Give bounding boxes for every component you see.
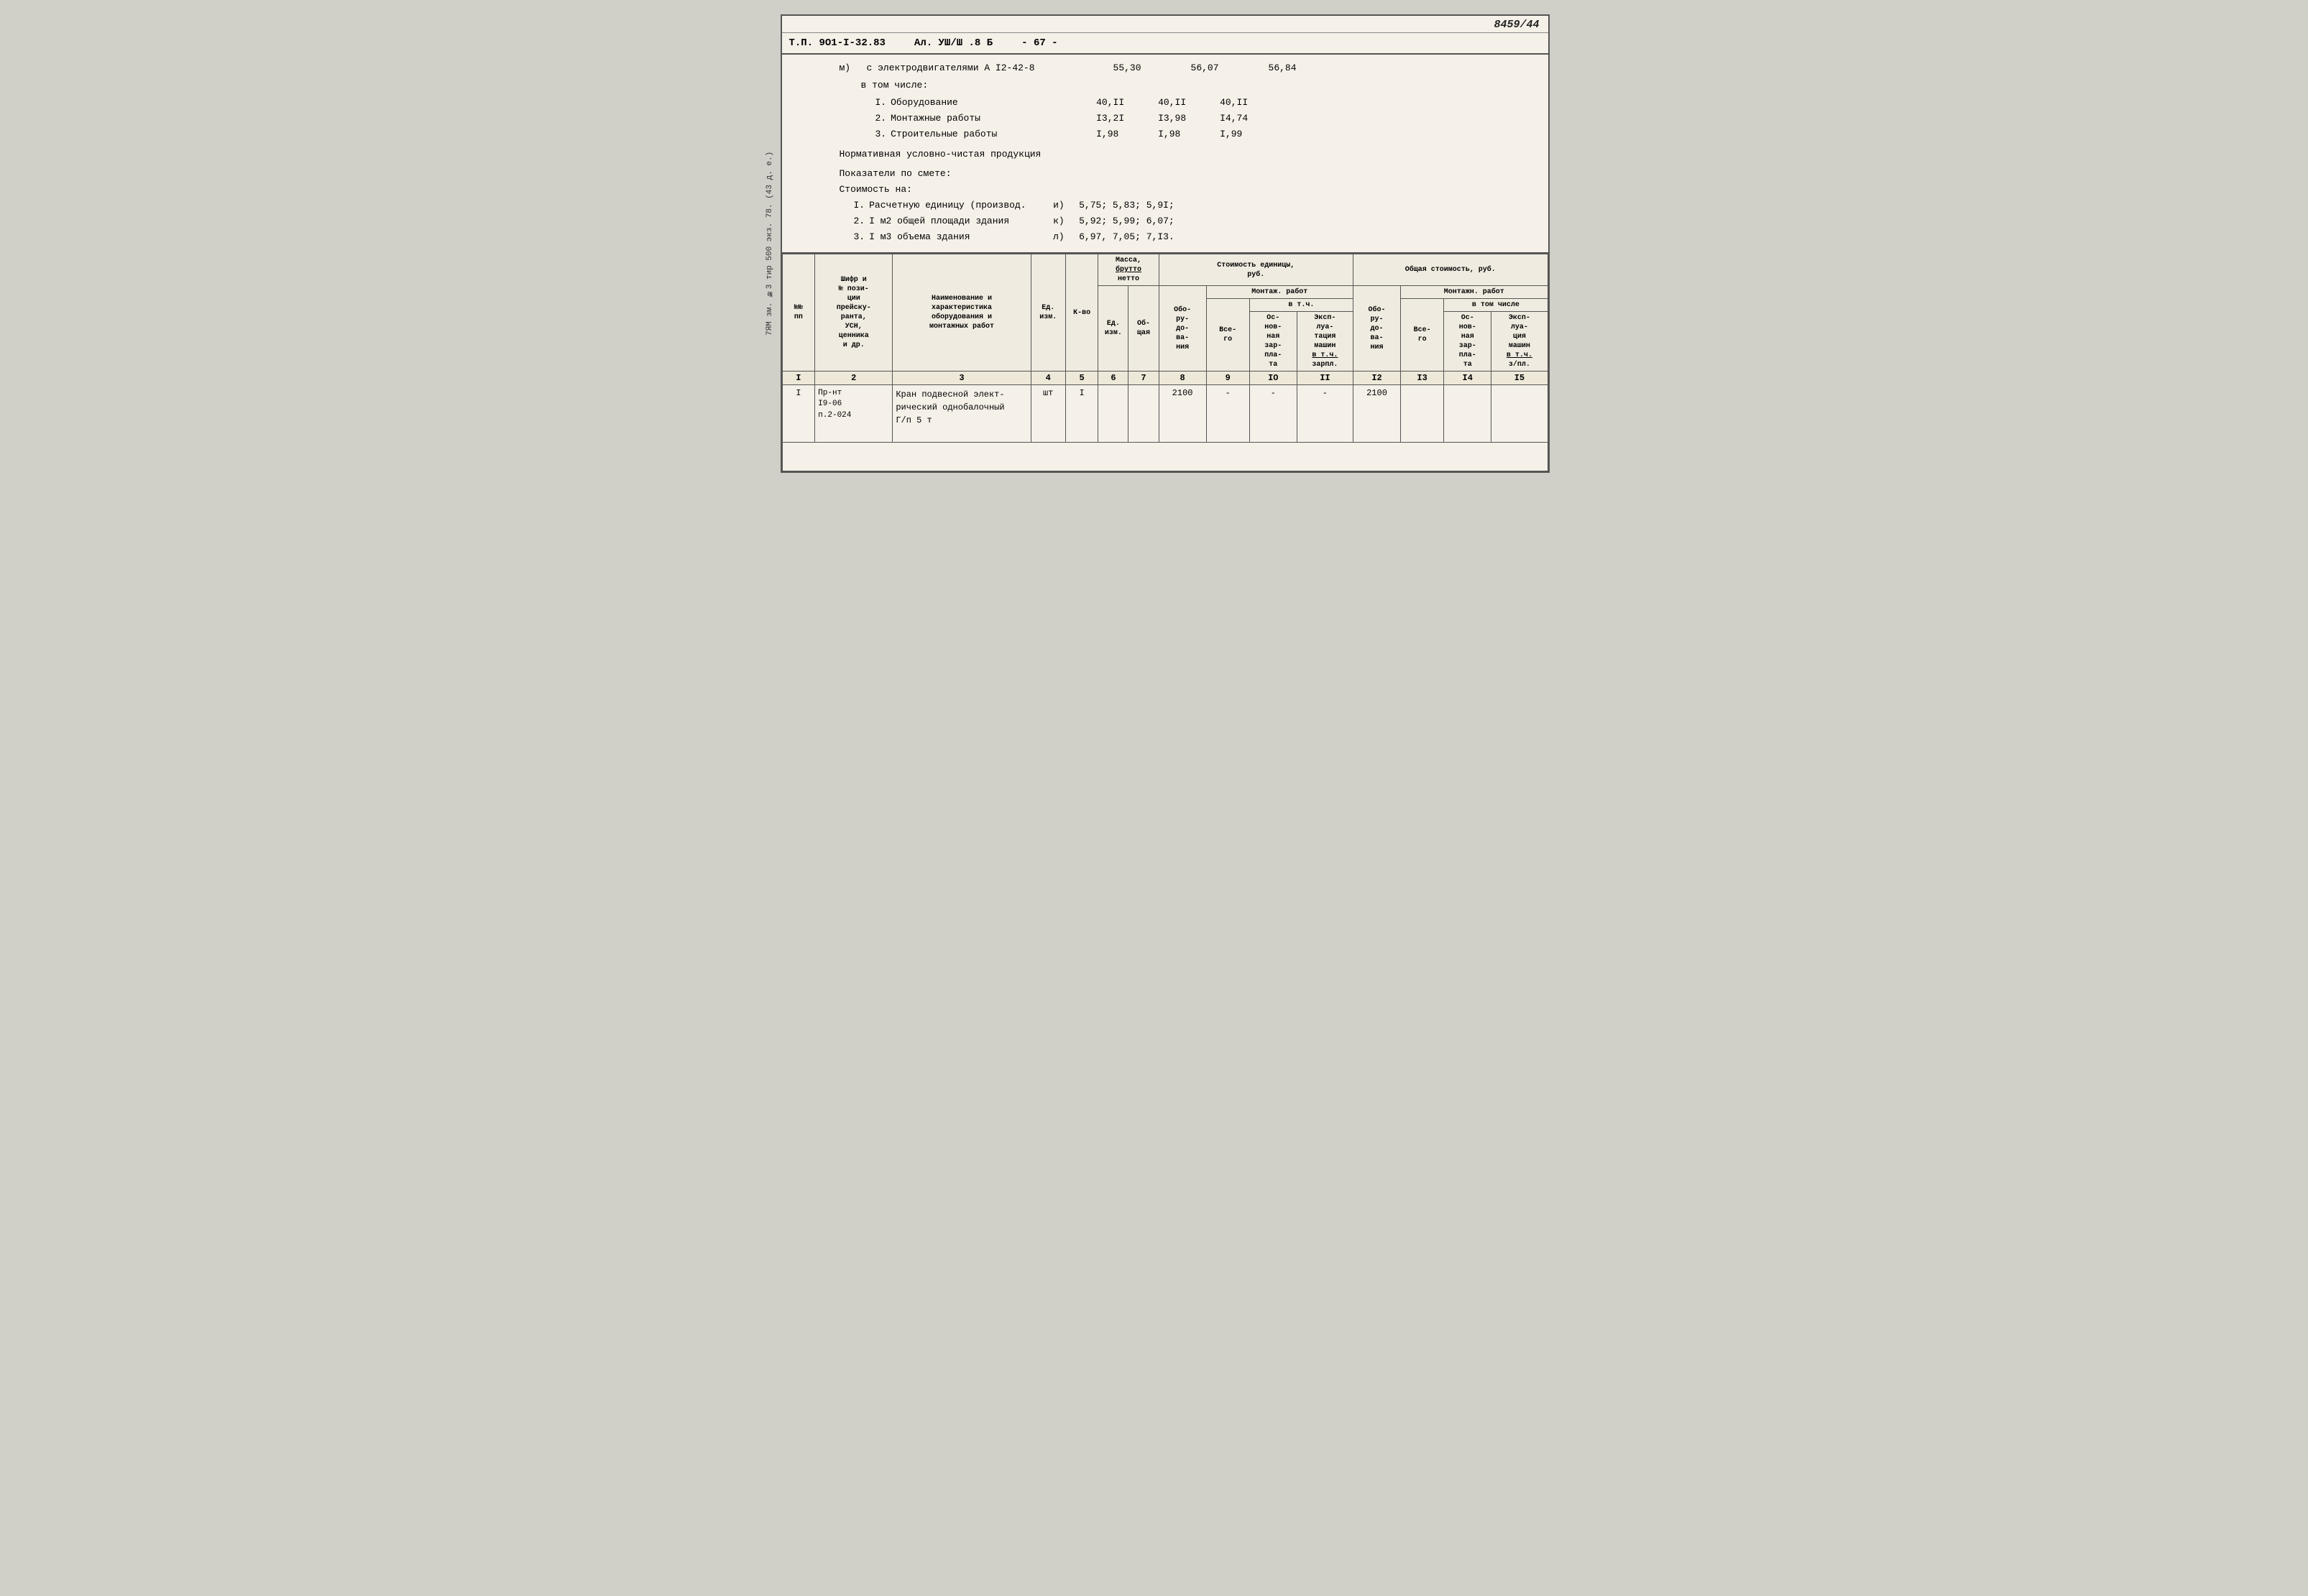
colnum-5: 5	[1065, 372, 1098, 385]
col-total-vsego: Все-го	[1401, 299, 1444, 372]
row-name: Кран подвесной элект-рический однобалочн…	[893, 385, 1031, 443]
motor-val2: 56,07	[1162, 60, 1219, 76]
row-mass-unit	[1098, 385, 1128, 443]
numbered-list: I. Оборудование 40,II 40,II 40,II 2. Мон…	[875, 95, 1534, 142]
col-montazh-vsego: Все-го	[1206, 299, 1249, 372]
col-oborud: Обо-ру-до-ва-ния	[1159, 286, 1206, 372]
column-numbers-row: I 2 3 4 5 6 7 8 9 IO II I2 I3 I4	[782, 372, 1548, 385]
row-montazh-osnov: -	[1249, 385, 1297, 443]
sub-label: в том числе:	[861, 78, 1534, 93]
colnum-4: 4	[1031, 372, 1065, 385]
col-header-qty: К-во	[1065, 254, 1098, 372]
row-qty: I	[1065, 385, 1098, 443]
row-montazh-eksp: -	[1297, 385, 1353, 443]
sub-section: в том числе: I. Оборудование 40,II 40,II…	[861, 78, 1534, 142]
colnum-9: 9	[1206, 372, 1249, 385]
col-total-montazh-header: Монтажн. работ	[1401, 286, 1548, 299]
cost-item-3: 3. I м3 объема здания л) 6,97, 7,05; 7,I…	[854, 229, 1534, 245]
col-header-cost-unit: Стоимость единицы,руб.	[1159, 254, 1353, 286]
row-total-osnov	[1444, 385, 1491, 443]
colnum-13: I3	[1401, 372, 1444, 385]
col-total-vtch: в том числе	[1444, 299, 1548, 312]
list-item-2: 2. Монтажные работы I3,2I I3,98 I4,74	[875, 111, 1534, 126]
motor-val3: 56,84	[1239, 60, 1297, 76]
list-item-1: I. Оборудование 40,II 40,II 40,II	[875, 95, 1534, 111]
motor-label: м)	[840, 60, 861, 76]
table-row: I Пр-нтI9-06п.2-024 Кран подвесной элект…	[782, 385, 1548, 443]
row-total-eksp	[1491, 385, 1548, 443]
colnum-7: 7	[1128, 372, 1159, 385]
al-label: Ал. УШ/Ш .8 Б	[914, 37, 993, 49]
row-unit: шт	[1031, 385, 1065, 443]
col-total-oborud: Обо-ру-до-ва-ния	[1353, 286, 1400, 372]
row-num: I	[782, 385, 815, 443]
col-osnov-zarplata: Ос-нов-наязар-пла-та	[1249, 312, 1297, 372]
main-table: №№пп Шифр и№ пози-циипрейску-ранта,УСН,ц…	[782, 254, 1548, 471]
col-header-num: №№пп	[782, 254, 815, 372]
cost-list: I. Расчетную единицу (производ. и) 5,75;…	[854, 198, 1534, 245]
colnum-3: 3	[893, 372, 1031, 385]
motor-val1: 55,30	[1084, 60, 1141, 76]
normative-label: Нормативная условно-чистая продукция	[840, 147, 1534, 162]
col-header-code: Шифр и№ пози-циипрейску-ранта,УСН,ценник…	[815, 254, 893, 372]
row-code: Пр-нтI9-06п.2-024	[815, 385, 893, 443]
colnum-15: I5	[1491, 372, 1548, 385]
col-montazh-vtch: в т.ч.	[1249, 299, 1353, 312]
main-content: 8459/44 Т.П. 9О1-I-32.83 Ал. УШ/Ш .8 Б -…	[781, 14, 1550, 473]
list-item-3: 3. Строительные работы I,98 I,98 I,99	[875, 126, 1534, 142]
colnum-8: 8	[1159, 372, 1206, 385]
col-total-osnov: Ос-нов-наязар-пла-та	[1444, 312, 1491, 372]
cost-item-2: 2. I м2 общей площади здания к) 5,92; 5,…	[854, 213, 1534, 229]
row-total-oborud: 2100	[1353, 385, 1400, 443]
col-header-mass: Масса,бруттонетто	[1098, 254, 1159, 286]
row-total-vsego	[1401, 385, 1444, 443]
row-oborud: 2100	[1159, 385, 1206, 443]
page-wrapper: 7ЯМ зм. №3 тир 500 экз. 78. (43 д. е.) 8…	[759, 14, 1550, 473]
col-header-name: Наименование ихарактеристикаоборудования…	[893, 254, 1031, 372]
col-header-cost-total: Общая стоимость, руб.	[1353, 254, 1548, 286]
doc-number: 8459/44	[782, 16, 1548, 33]
empty-row	[782, 443, 1548, 471]
table-area: №№пп Шифр и№ пози-циипрейску-ранта,УСН,ц…	[782, 254, 1548, 471]
colnum-14: I4	[1444, 372, 1491, 385]
col-montazh-header: Монтаж. работ	[1206, 286, 1353, 299]
col-mass-total: Об-щая	[1128, 286, 1159, 372]
info-section: м) с электродвигателями А I2-42-8 55,30 …	[782, 55, 1548, 254]
cost-item-1: I. Расчетную единицу (производ. и) 5,75;…	[854, 198, 1534, 213]
colnum-2: 2	[815, 372, 893, 385]
motor-description: с электродвигателями А I2-42-8	[867, 60, 1035, 76]
col-mass-unit: Ед.изм.	[1098, 286, 1128, 372]
colnum-1: I	[782, 372, 815, 385]
row-mass-total	[1128, 385, 1159, 443]
col-eksp-mashin: Эксп-луа-тациямашинв т.ч.зарпл.	[1297, 312, 1353, 372]
colnum-10: IO	[1249, 372, 1297, 385]
col-total-eksp: Эксп-луа-циямашинв т.ч.з/пл.	[1491, 312, 1548, 372]
indicators: Показатели по смете: Стоимость на: I. Ра…	[840, 166, 1534, 245]
tp-label: Т.П. 9О1-I-32.83	[789, 37, 886, 49]
side-label: 7ЯМ зм. №3 тир 500 экз. 78. (43 д. е.)	[759, 14, 781, 473]
colnum-11: II	[1297, 372, 1353, 385]
col-header-unit: Ед.изм.	[1031, 254, 1065, 372]
motor-row: м) с электродвигателями А I2-42-8 55,30 …	[840, 60, 1534, 76]
colnum-6: 6	[1098, 372, 1128, 385]
colnum-12: I2	[1353, 372, 1400, 385]
row-montazh-vsego: -	[1206, 385, 1249, 443]
header-row: Т.П. 9О1-I-32.83 Ал. УШ/Ш .8 Б - 67 -	[782, 33, 1548, 55]
page-label: - 67 -	[1021, 37, 1057, 49]
